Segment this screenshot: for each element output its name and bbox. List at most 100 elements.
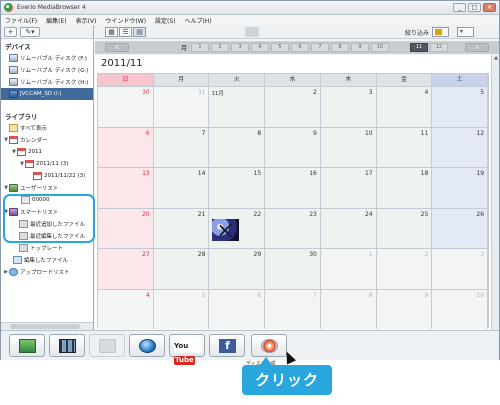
smart-list-item[interactable]: トップレート — [1, 242, 93, 254]
youtube-button[interactable]: You Tube — [169, 334, 205, 365]
library-horizontal-scrollbar[interactable] — [1, 322, 93, 330]
tools-button[interactable]: ✎▾ — [20, 26, 40, 37]
day-cell[interactable]: 5 — [153, 289, 210, 329]
device-item[interactable]: リムーバブル ディスク (G:) — [1, 64, 93, 76]
day-cell[interactable]: 27 — [98, 249, 154, 289]
month-cell[interactable]: 9 — [351, 43, 369, 52]
day-cell[interactable]: 2 — [265, 87, 321, 127]
calendar-vertical-scrollbar[interactable]: ▲ — [491, 55, 499, 330]
month-cell[interactable]: 3 — [231, 43, 249, 52]
calendar-view-icon[interactable]: ▤ — [133, 27, 146, 37]
device-item-selected[interactable]: JVCCAM_SD (I:) — [1, 88, 93, 100]
day-cell[interactable]: 23 — [265, 208, 321, 248]
day-cell[interactable]: 4 — [98, 289, 154, 329]
day-cell[interactable]: 2 — [376, 249, 433, 289]
day-cell[interactable]: 6 — [98, 127, 154, 167]
device-item[interactable]: リムーバブル ディスク (H:) — [1, 76, 93, 88]
video-edit-button[interactable] — [49, 334, 85, 357]
day-cell[interactable]: 24 — [320, 208, 377, 248]
month-cell[interactable]: 4 — [251, 43, 269, 52]
upload-list-node[interactable]: ▶ アップロードリスト — [1, 266, 93, 278]
filter-button[interactable] — [432, 27, 449, 37]
export-button[interactable] — [89, 334, 125, 357]
all-items[interactable]: すべて表示 — [1, 122, 93, 134]
user-list-node[interactable]: ▼ ユーザーリスト — [1, 182, 93, 194]
day-cell[interactable]: 31 — [153, 87, 210, 127]
day-cell[interactable]: 4 — [376, 87, 433, 127]
list-view-icon[interactable]: ☰ — [119, 27, 132, 37]
year-node[interactable]: ▼ 2011 — [1, 146, 93, 158]
day-cell[interactable]: 30 — [265, 249, 321, 289]
day-cell[interactable]: 8 — [320, 289, 377, 329]
maximize-button[interactable]: □ — [468, 3, 481, 12]
month-cell[interactable]: 10 — [371, 43, 389, 52]
close-button[interactable]: ✕ — [483, 3, 496, 12]
menu-edit[interactable]: 編集(E) — [46, 16, 66, 25]
smart-list-item[interactable]: 最近編集したファイル — [1, 230, 93, 242]
import-button[interactable] — [9, 334, 45, 357]
media-thumbnail[interactable] — [212, 218, 240, 241]
day-cell[interactable]: 29 — [209, 249, 266, 289]
day-cell[interactable]: 17 — [320, 168, 377, 208]
day-cell[interactable]: 7 — [153, 127, 210, 167]
web-upload-button[interactable] — [129, 334, 165, 357]
menu-window[interactable]: ウインドウ(W) — [105, 16, 146, 25]
smart-list-item[interactable]: 最近追加したファイル — [1, 218, 93, 230]
edited-files-item[interactable]: 編集したファイル — [1, 254, 93, 266]
month-cell[interactable]: 7 — [311, 43, 329, 52]
thumbnail-view-icon[interactable]: ▦ — [105, 27, 118, 37]
day-cell[interactable]: 10 — [320, 127, 377, 167]
day-cell[interactable]: 18 — [376, 168, 433, 208]
day-cell[interactable]: 21 — [153, 208, 210, 248]
day-cell[interactable]: 16 — [265, 168, 321, 208]
day-cell[interactable]: 19 — [432, 168, 489, 208]
day-cell[interactable]: 9 — [265, 127, 321, 167]
day-cell[interactable]: 6 — [209, 289, 266, 329]
month-cell[interactable]: 12 — [430, 43, 448, 52]
day-cell[interactable]: 15 — [209, 168, 266, 208]
day-cell[interactable]: 26 — [432, 208, 489, 248]
month-cell[interactable]: 1 — [191, 43, 209, 52]
scroll-up-icon[interactable]: ▲ — [492, 55, 500, 63]
recent-added-icon — [19, 220, 28, 228]
menu-file[interactable]: ファイル(F) — [5, 16, 37, 25]
day-node[interactable]: 2011/11/22 (3) — [1, 170, 93, 182]
month-cell-current[interactable]: 11 — [410, 43, 428, 52]
month-node[interactable]: ▼ 2011/11 (3) — [1, 158, 93, 170]
calendar-node[interactable]: ▼ カレンダー — [1, 134, 93, 146]
add-button[interactable]: + — [4, 26, 17, 37]
day-cell[interactable]: 13 — [98, 168, 154, 208]
menu-settings[interactable]: 設定(S) — [155, 16, 176, 25]
day-cell[interactable]: 14 — [153, 168, 210, 208]
day-cell[interactable]: 28 — [153, 249, 210, 289]
next-month-button[interactable]: > — [465, 43, 489, 52]
day-cell[interactable]: 7 — [265, 289, 321, 329]
device-item[interactable]: リムーバブル ディスク (F:) — [1, 52, 93, 64]
day-cell-with-media[interactable]: 22 — [209, 208, 266, 248]
minimize-button[interactable]: _ — [453, 3, 466, 12]
user-list-item[interactable]: 00000 — [1, 194, 93, 206]
sort-button[interactable]: ▾ — [457, 27, 474, 37]
month-cell[interactable]: 6 — [291, 43, 309, 52]
month-cell[interactable]: 5 — [271, 43, 289, 52]
day-cell[interactable]: 5 — [432, 87, 489, 127]
day-cell[interactable]: 30 — [98, 87, 154, 127]
month-cell[interactable]: 8 — [331, 43, 349, 52]
menu-view[interactable]: 表示(V) — [76, 16, 97, 25]
day-cell[interactable]: 10 — [432, 289, 489, 329]
menu-help[interactable]: ヘルプ(H) — [185, 16, 212, 25]
prev-month-button[interactable]: < — [105, 43, 129, 52]
day-cell[interactable]: 1 — [320, 249, 377, 289]
day-cell[interactable]: 8 — [209, 127, 266, 167]
day-cell[interactable]: 25 — [376, 208, 433, 248]
day-cell[interactable]: 9 — [376, 289, 433, 329]
smart-list-node[interactable]: ▼ スマートリスト — [1, 206, 93, 218]
day-cell[interactable]: 12 — [432, 127, 489, 167]
day-cell[interactable]: 20 — [98, 208, 154, 248]
day-cell[interactable]: 3 — [320, 87, 377, 127]
day-cell[interactable]: 3 — [432, 249, 489, 289]
day-cell[interactable]: 11月 — [209, 87, 266, 127]
facebook-button[interactable]: f — [209, 334, 245, 357]
day-cell[interactable]: 11 — [376, 127, 433, 167]
month-cell[interactable]: 2 — [211, 43, 229, 52]
